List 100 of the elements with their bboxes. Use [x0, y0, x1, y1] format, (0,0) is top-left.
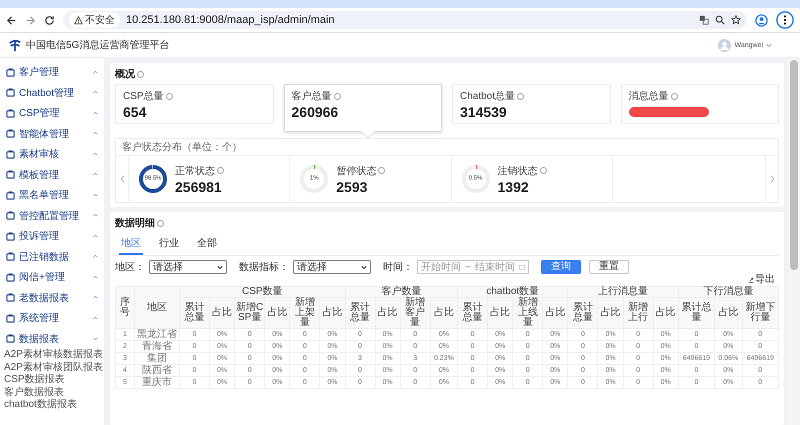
column-header: 占比: [264, 298, 290, 328]
column-header: 占比: [320, 298, 346, 328]
column-header: 占比: [488, 298, 513, 328]
menu-item-icon: [6, 272, 15, 282]
distribution-title: 客户状态分布（单位：个）: [116, 139, 778, 156]
column-header: 新增上行: [623, 298, 654, 328]
menu-item-icon: [6, 211, 15, 220]
column-header: 占比: [430, 298, 458, 328]
zoom-icon[interactable]: [715, 15, 725, 25]
sidebar-item[interactable]: CSP管理: [0, 103, 104, 124]
scrollbar[interactable]: [788, 58, 800, 425]
column-header: 累计总量: [458, 298, 488, 328]
stat-label: 消息总量: [628, 90, 668, 103]
menu-item-icon: [6, 129, 15, 138]
export-link[interactable]: 导出: [748, 274, 775, 285]
column-header: 占比: [209, 298, 235, 328]
stat-label: CSP总量: [123, 90, 164, 103]
table-cell: 陕西省: [134, 364, 180, 376]
column-header: 累计总量: [345, 298, 375, 328]
column-group-header: 客户数量: [345, 286, 458, 298]
sidebar-item[interactable]: Chatbot管理: [0, 82, 104, 103]
scrollbar-thumb[interactable]: [790, 60, 798, 270]
dropdown-icon: [217, 264, 223, 270]
column-group-header: CSP数量: [180, 286, 346, 298]
calendar-icon: [518, 264, 525, 270]
sidebar-item[interactable]: 老数据报表: [0, 288, 104, 308]
sidebar-item[interactable]: 智能体管理: [0, 124, 104, 144]
stat-card[interactable]: Chatbot总量 314539: [452, 84, 610, 124]
url-text: 10.251.180.81:9008/maap_isp/admin/main: [126, 14, 336, 26]
sidebar-item[interactable]: 系统管理: [0, 308, 104, 328]
menu-icon[interactable]: [776, 11, 794, 29]
sidebar-item[interactable]: 模板管理: [0, 164, 104, 185]
chevron-left-icon: [120, 175, 124, 183]
column-header: 新增上架量: [290, 298, 320, 328]
sidebar-item[interactable]: 已注销数据: [0, 246, 104, 267]
stat-card[interactable]: CSP总量 654: [115, 84, 274, 124]
metric-select[interactable]: 请选择: [293, 260, 371, 274]
address-bar[interactable]: 不安全 10.251.180.81:9008/maap_isp/admin/main: [63, 11, 747, 29]
profile-icon[interactable]: [755, 14, 768, 26]
menu-item-icon: [6, 88, 15, 98]
submenu-item[interactable]: 客户数据报表: [0, 386, 104, 399]
reload-icon[interactable]: [44, 14, 55, 26]
menu-item-icon: [6, 314, 15, 323]
region-select[interactable]: 请选择: [149, 260, 227, 274]
filter-label: 数据指标：: [239, 260, 289, 274]
warning-icon: [74, 16, 83, 24]
progress-ring: [460, 163, 492, 195]
stat-value: 314539: [460, 104, 508, 120]
tab[interactable]: 全部: [195, 233, 219, 255]
menu-item-icon: [6, 150, 15, 159]
action-button[interactable]: 查询: [540, 260, 581, 274]
column-header: 新增下行量: [742, 298, 778, 328]
column-header: 序号: [116, 286, 134, 328]
submenu-item[interactable]: CSP数据报表: [0, 374, 104, 386]
sidebar-item[interactable]: 管控配置管理: [0, 206, 104, 226]
tab[interactable]: 地区: [119, 233, 143, 255]
menu-item-icon: [6, 68, 15, 77]
info-icon: [540, 167, 546, 174]
column-header: 占比: [375, 298, 400, 328]
sidebar-item[interactable]: 黑名单管理: [0, 185, 104, 206]
security-badge[interactable]: 不安全: [69, 12, 120, 28]
sidebar-item[interactable]: 投诉管理: [0, 226, 104, 246]
submenu-item[interactable]: A2P素材审核团队报表: [0, 362, 104, 374]
stat-value: 654: [123, 104, 148, 120]
column-header: 占比: [714, 298, 742, 328]
column-header: 占比: [598, 298, 624, 328]
stat-card[interactable]: 消息总量: [620, 84, 779, 124]
back-icon[interactable]: [6, 14, 17, 26]
info-icon: [137, 70, 144, 78]
export-icon: [748, 276, 754, 282]
logo-icon: [8, 38, 22, 52]
submenu-item[interactable]: chatbot数据报表: [0, 399, 104, 412]
column-header: 新增客户量: [400, 298, 430, 328]
menu-item-icon: [6, 108, 15, 118]
menu-item-icon: [6, 190, 15, 200]
sidebar-item[interactable]: 客户管理: [0, 62, 104, 82]
status-label: 正常状态: [175, 164, 215, 178]
status-label: 注销状态: [498, 164, 538, 178]
column-header: 占比: [653, 298, 678, 328]
stat-label: 客户总量: [292, 90, 332, 103]
tab[interactable]: 行业: [157, 233, 181, 255]
table-cell: 集团: [134, 352, 180, 364]
sidebar-item[interactable]: 阅信+管理: [0, 267, 104, 288]
platform-title: 中国电信5G消息运营商管理平台: [26, 38, 170, 52]
info-icon: [157, 220, 164, 226]
sidebar-item[interactable]: 素材审核: [0, 144, 104, 164]
filter-label: 时间：: [383, 260, 413, 274]
status-label: 暂停状态: [336, 164, 376, 178]
translate-icon[interactable]: [699, 15, 709, 25]
info-icon: [670, 92, 678, 100]
stat-label: Chatbot总量: [460, 90, 516, 103]
forward-icon[interactable]: [25, 14, 36, 26]
progress-ring: [137, 163, 169, 195]
avatar-icon: [718, 38, 732, 52]
submenu-item[interactable]: A2P素材审核数据报表: [0, 349, 104, 362]
star-icon[interactable]: [731, 15, 741, 25]
menu-item-icon: [6, 232, 15, 241]
dropdown-icon: [361, 264, 367, 270]
action-button[interactable]: 重置: [588, 260, 629, 274]
sidebar-item[interactable]: 数据报表: [0, 328, 104, 349]
